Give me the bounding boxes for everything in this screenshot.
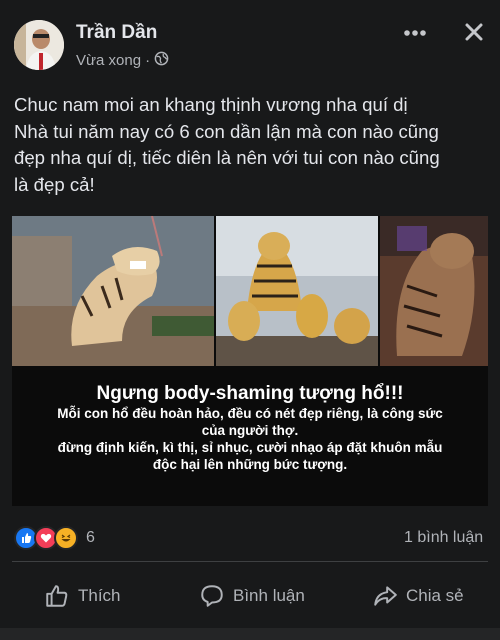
close-button[interactable] bbox=[458, 16, 490, 48]
like-button[interactable]: Thích bbox=[44, 572, 121, 620]
post-text-line: Chuc nam moi an khang thịnh vương nha qu… bbox=[14, 94, 408, 115]
caption-line: đừng định kiến, kì thị, sỉ nhục, cười nh… bbox=[57, 440, 443, 455]
globe-icon bbox=[154, 51, 169, 70]
comment-button[interactable]: Bình luận bbox=[199, 572, 305, 620]
post-text: Chuc nam moi an khang thịnh vương nha qu… bbox=[14, 92, 492, 198]
caption-line: của người thợ. bbox=[201, 423, 299, 438]
like-label: Thích bbox=[78, 586, 121, 605]
post-meta: Vừa xong · bbox=[76, 51, 169, 70]
divider bbox=[12, 561, 488, 562]
thumbs-up-icon bbox=[46, 585, 68, 607]
image-caption: Ngưng body-shaming tượng hổ!!! Mỗi con h… bbox=[12, 371, 488, 473]
haha-icon bbox=[54, 526, 78, 550]
caption-title: Ngưng body-shaming tượng hổ!!! bbox=[96, 383, 404, 404]
avatar[interactable] bbox=[14, 20, 64, 70]
reaction-summary[interactable]: 6 bbox=[14, 526, 95, 550]
post-time[interactable]: Vừa xong bbox=[76, 52, 141, 69]
caption-line: Mỗi con hổ đều hoàn hảo, đều có nét đẹp … bbox=[57, 406, 443, 421]
share-label: Chia sẻ bbox=[406, 586, 464, 605]
post-text-line: đẹp nha quí dị, tiếc diên là nên với tui… bbox=[14, 147, 440, 168]
meta-separator: · bbox=[145, 52, 151, 69]
comment-label: Bình luận bbox=[233, 586, 305, 605]
post-text-line: là đẹp cả! bbox=[14, 173, 95, 195]
post-image[interactable]: Ngưng body-shaming tượng hổ!!! Mỗi con h… bbox=[12, 216, 488, 506]
bottom-bar bbox=[0, 628, 500, 640]
tiger-statues-photo bbox=[12, 216, 488, 366]
post-actions: Thích Bình luận Chia sẻ bbox=[0, 572, 500, 620]
share-icon bbox=[374, 586, 397, 606]
more-options-button[interactable] bbox=[400, 18, 430, 48]
author-name[interactable]: Trần Dần bbox=[76, 22, 157, 44]
reaction-count: 6 bbox=[86, 529, 95, 546]
post-text-line: Nhà tui năm nay có 6 con dần lận mà con … bbox=[14, 120, 439, 142]
close-icon bbox=[465, 23, 483, 41]
post-header: Trần Dần Vừa xong · bbox=[0, 0, 500, 90]
comment-icon bbox=[201, 585, 223, 607]
caption-line: độc hại lên những bức tượng. bbox=[152, 457, 348, 472]
share-button[interactable]: Chia sẻ bbox=[372, 572, 464, 620]
comment-count[interactable]: 1 bình luận bbox=[404, 529, 483, 547]
more-icon bbox=[404, 30, 426, 36]
